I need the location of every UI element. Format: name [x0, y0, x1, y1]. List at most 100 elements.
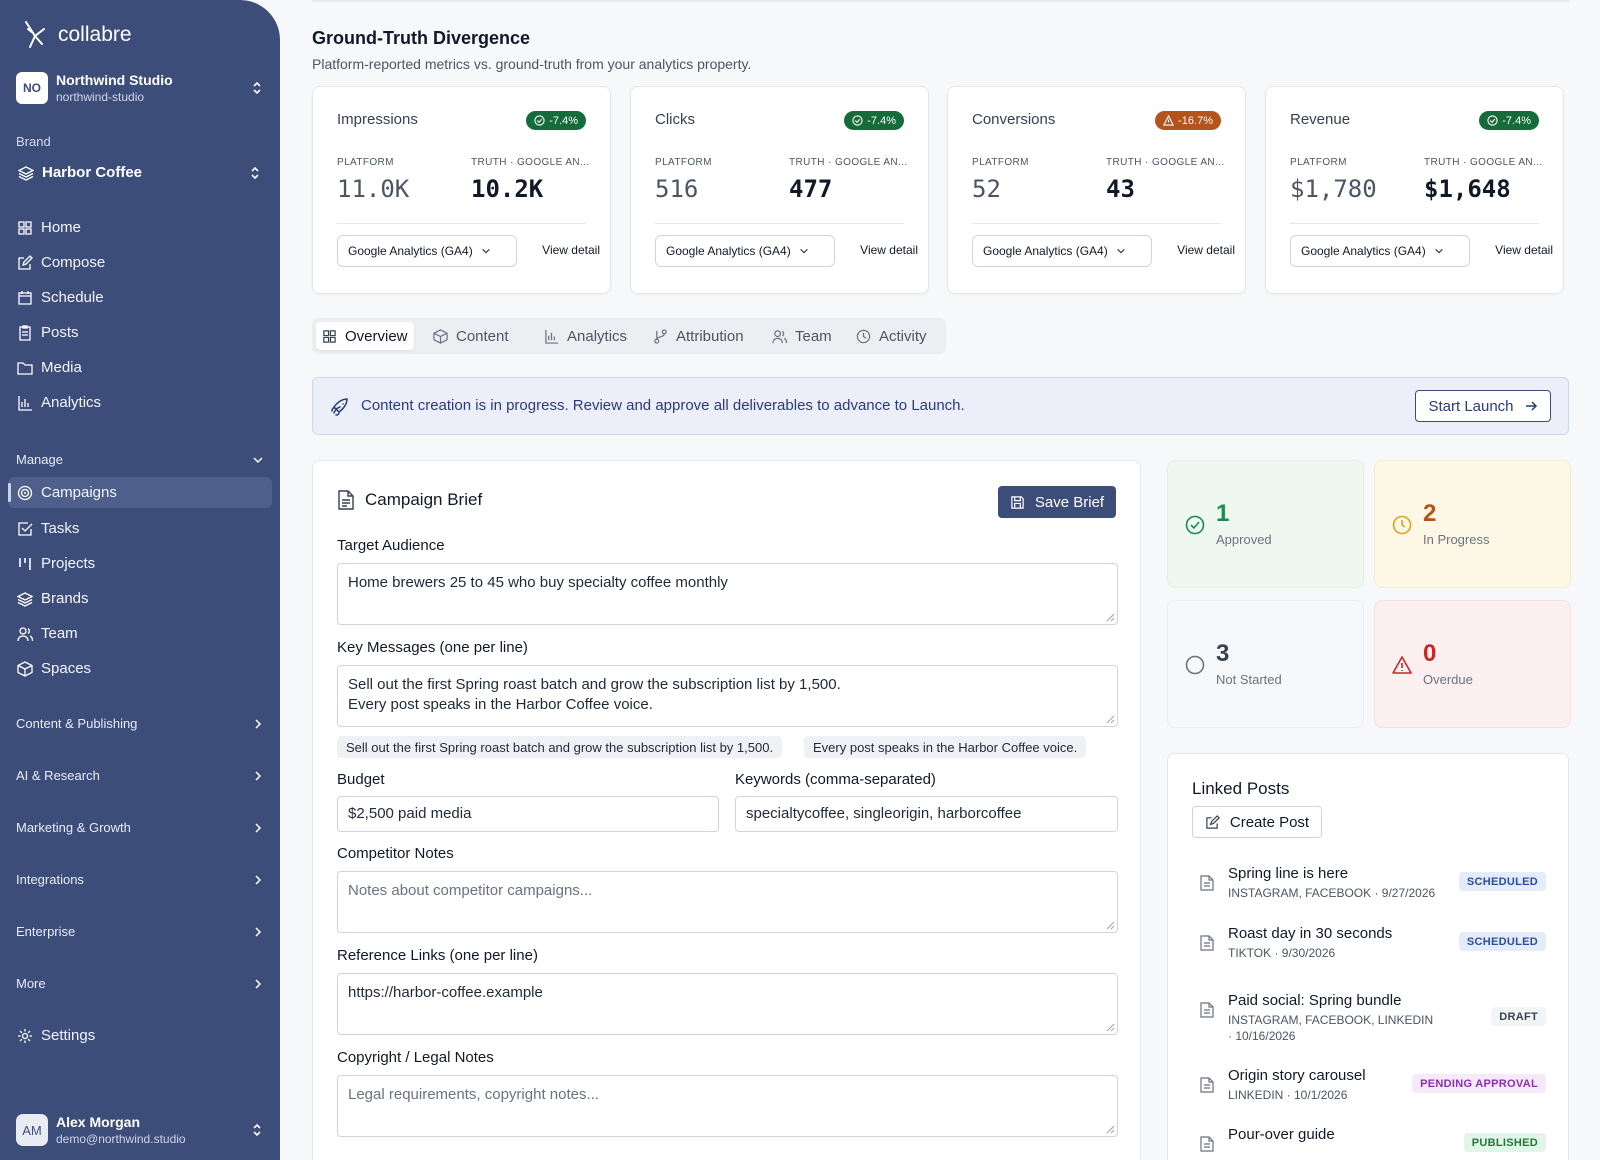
banner-text: Content creation is in progress. Review …: [361, 397, 965, 414]
group-ai-research[interactable]: AI & Research: [16, 768, 264, 783]
nav-item-home[interactable]: Home: [8, 212, 272, 243]
group-marketing-growth[interactable]: Marketing & Growth: [16, 820, 264, 835]
bar-chart-icon: [18, 395, 32, 411]
manage-section-toggle[interactable]: Manage: [16, 452, 264, 467]
key-messages-field[interactable]: Sell out the first Spring roast batch an…: [337, 665, 1118, 727]
brief-title-text: Campaign Brief: [365, 490, 483, 509]
gear-icon: [18, 1028, 32, 1043]
view-detail-link[interactable]: View detail: [860, 243, 918, 257]
resize-grip-icon[interactable]: [1106, 613, 1115, 622]
tab-label: Analytics: [567, 327, 628, 345]
user-menu[interactable]: AM Alex Morgan demo@northwind.studio: [16, 1112, 264, 1148]
truth-label: TRUTH · GOOGLE AN...: [471, 157, 589, 168]
nav-item-tasks[interactable]: Tasks: [8, 513, 272, 544]
nav-item-team[interactable]: Team: [8, 618, 272, 649]
stat-in-progress[interactable]: 2 In Progress: [1374, 460, 1571, 588]
group-content-publishing[interactable]: Content & Publishing: [16, 716, 264, 731]
nav-item-projects[interactable]: Projects: [8, 548, 272, 579]
nav-label: Projects: [41, 555, 96, 572]
folder-icon: [17, 361, 33, 375]
key-message-line: Every post speaks in the Harbor Coffee v…: [348, 696, 653, 713]
user-email: demo@northwind.studio: [56, 1132, 186, 1146]
source-select[interactable]: Google Analytics (GA4): [1290, 235, 1470, 267]
document-icon: [1200, 1077, 1214, 1093]
metric-title: Revenue: [1290, 111, 1351, 128]
source-value: Google Analytics (GA4): [1301, 244, 1426, 258]
source-select[interactable]: Google Analytics (GA4): [972, 235, 1152, 267]
nav-item-posts[interactable]: Posts: [8, 317, 272, 348]
tab-content[interactable]: Content: [427, 322, 515, 350]
chevron-updown-icon: [253, 1123, 261, 1137]
target-audience-field[interactable]: Home brewers 25 to 45 who buy specialty …: [337, 563, 1118, 625]
manage-label: Manage: [16, 452, 63, 467]
reference-links-field[interactable]: https://harbor-coffee.example: [337, 973, 1118, 1035]
save-brief-button[interactable]: Save Brief: [998, 486, 1116, 518]
resize-grip-icon[interactable]: [1106, 715, 1115, 724]
nav-item-compose[interactable]: Compose: [8, 247, 272, 278]
tab-activity[interactable]: Activity: [850, 322, 933, 350]
start-launch-button[interactable]: Start Launch: [1415, 390, 1551, 422]
status-badge: SCHEDULED: [1458, 932, 1546, 951]
tab-attribution[interactable]: Attribution: [647, 322, 750, 350]
legal-notes-field[interactable]: Legal requirements, copyright notes...: [337, 1075, 1118, 1137]
check-circle-icon: [534, 115, 545, 126]
resize-grip-icon[interactable]: [1106, 1125, 1115, 1134]
divider: [655, 223, 904, 224]
delta-badge: -7.4%: [526, 111, 586, 130]
nav-item-schedule[interactable]: Schedule: [8, 282, 272, 313]
tab-analytics[interactable]: Analytics: [538, 322, 633, 350]
budget-field[interactable]: $2,500 paid media: [337, 796, 719, 832]
nav-item-campaigns[interactable]: Campaigns: [8, 477, 272, 508]
resize-grip-icon[interactable]: [1106, 1023, 1115, 1032]
source-select[interactable]: Google Analytics (GA4): [337, 235, 517, 267]
tab-overview[interactable]: Overview: [316, 322, 414, 350]
group-more[interactable]: More: [16, 976, 264, 991]
group-label: Enterprise: [16, 924, 76, 939]
kanban-icon: [19, 557, 31, 570]
chevron-down-icon: [1434, 248, 1443, 254]
keywords-field[interactable]: specialtycoffee, singleorigin, harborcof…: [735, 796, 1118, 832]
competitor-notes-field[interactable]: Notes about competitor campaigns...: [337, 871, 1118, 933]
tab-label: Content: [456, 327, 509, 345]
nav-item-settings[interactable]: Settings: [8, 1020, 272, 1051]
create-post-button[interactable]: Create Post: [1192, 806, 1322, 838]
tab-team[interactable]: Team: [766, 322, 838, 350]
group-label: Integrations: [16, 872, 84, 887]
nav-label: Brands: [41, 590, 89, 607]
group-integrations[interactable]: Integrations: [16, 872, 264, 887]
nav-item-spaces[interactable]: Spaces: [8, 653, 272, 684]
nav-item-analytics[interactable]: Analytics: [8, 387, 272, 418]
chevron-right-icon: [255, 874, 262, 885]
stat-overdue[interactable]: 0 Overdue: [1374, 600, 1571, 728]
linked-post-item[interactable]: Roast day in 30 seconds TIKTOK · 9/30/202…: [1192, 925, 1546, 973]
app-logo[interactable]: collabre: [22, 20, 132, 50]
platform-label: PLATFORM: [655, 157, 712, 168]
org-switcher[interactable]: NO Northwind Studio northwind-studio: [16, 70, 264, 106]
linked-post-item[interactable]: Spring line is here INSTAGRAM, FACEBOOK ·…: [1192, 865, 1546, 913]
stat-not-started[interactable]: 3 Not Started: [1167, 600, 1364, 728]
resize-grip-icon[interactable]: [1106, 921, 1115, 930]
divider: [337, 223, 586, 224]
nav-item-media[interactable]: Media: [8, 352, 272, 383]
stat-approved[interactable]: 1 Approved: [1167, 460, 1364, 588]
key-messages-label: Key Messages (one per line): [337, 639, 528, 656]
group-enterprise[interactable]: Enterprise: [16, 924, 264, 939]
nav-item-brands[interactable]: Brands: [8, 583, 272, 614]
check-circle-icon: [1487, 115, 1498, 126]
document-icon: [1200, 875, 1214, 891]
source-value: Google Analytics (GA4): [983, 244, 1108, 258]
target-audience-value: Home brewers 25 to 45 who buy specialty …: [348, 574, 728, 591]
brand-selector[interactable]: Harbor Coffee: [18, 164, 262, 181]
create-post-label: Create Post: [1229, 813, 1310, 831]
linked-post-item[interactable]: Origin story carousel LINKEDIN · 10/1/202…: [1192, 1067, 1546, 1115]
linked-post-item[interactable]: Pour-over guide PUBLISHED: [1192, 1126, 1546, 1160]
stat-label: In Progress: [1423, 532, 1490, 547]
view-detail-link[interactable]: View detail: [1177, 243, 1235, 257]
divider: [1290, 223, 1539, 224]
linked-post-item[interactable]: Paid social: Spring bundle INSTAGRAM, FAC…: [1192, 992, 1546, 1043]
view-detail-link[interactable]: View detail: [1495, 243, 1553, 257]
view-detail-link[interactable]: View detail: [542, 243, 600, 257]
linked-posts-title: Linked Posts: [1192, 779, 1290, 798]
source-select[interactable]: Google Analytics (GA4): [655, 235, 835, 267]
post-meta: LINKEDIN · 10/1/2026: [1228, 1088, 1348, 1102]
